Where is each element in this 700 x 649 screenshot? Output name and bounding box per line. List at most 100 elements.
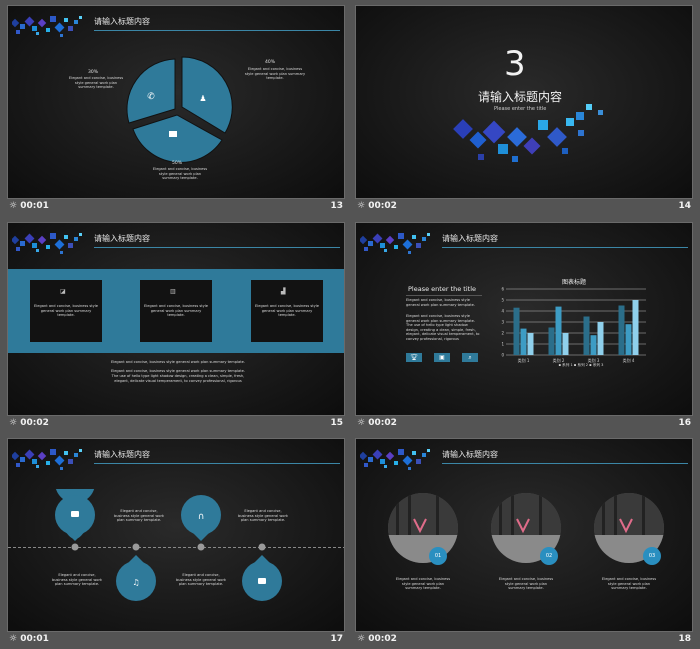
slide-footer: ☼ 00:01 13 [7, 201, 345, 215]
timing-label: ☼ 00:02 [357, 201, 397, 211]
bar [562, 333, 569, 355]
slide-preview[interactable]: 请输入标题内容 ◪ Elegant and concise, business … [7, 222, 345, 416]
bar [555, 306, 562, 355]
bar [618, 305, 625, 355]
chart-icon: ◪ [60, 288, 66, 295]
slide-number: 16 [678, 418, 691, 428]
bar [625, 324, 632, 355]
bottom-line-4: elegant, delicate visual temperament, to… [114, 379, 242, 383]
slide-number: 18 [678, 634, 691, 644]
badge-03: 03 [643, 547, 661, 565]
slide-thumb-13[interactable]: 请输入标题内容 ✆ ♟ 30% Elegant and concise, bus… [7, 5, 345, 216]
trophy-button[interactable]: 🏆︎ [406, 353, 422, 362]
slide-footer: ☼ 00:01 17 [7, 634, 345, 648]
slide-footer: ☼ 00:02 18 [355, 634, 693, 648]
slide-thumb-18[interactable]: 请输入标题内容 01 Elegant and concise, business… [355, 438, 693, 649]
bottom-line-3: The use of hello type light shadow desig… [111, 374, 245, 378]
photo-caption-3: Elegant and concise, business style gene… [601, 577, 657, 591]
y-tick-label: 0 [501, 353, 504, 358]
timeline-text-3: Elegant and concise, business style gene… [51, 573, 103, 587]
timeline-text-1: Elegant and concise, business style gene… [113, 509, 165, 523]
timeline-dot [197, 543, 205, 551]
pie-caption-bottom: Elegant and concise, business style gene… [152, 167, 208, 181]
chart-legend: ▪ 系列 1 ▪ 系列 2 ▪ 系列 3 [558, 363, 604, 367]
slide-thumb-17[interactable]: 请输入标题内容 ∩ ♫ Elegant and concise, busines… [7, 438, 345, 649]
slide-number: 14 [678, 201, 691, 211]
timeline-dot [71, 543, 79, 551]
feature-box-1: ◪ Elegant and concise, business style ge… [30, 280, 102, 342]
title-rule [94, 247, 340, 248]
title-rule [442, 463, 688, 464]
slide-title: 请输入标题内容 [442, 450, 498, 459]
badge-02: 02 [540, 547, 558, 565]
search-button[interactable]: ⌕ [462, 353, 478, 362]
media-icon [258, 578, 266, 584]
slide-preview[interactable]: 3 请输入标题内容 Please enter the title [355, 5, 693, 199]
slide-thumb-15[interactable]: 请输入标题内容 ◪ Elegant and concise, business … [7, 222, 345, 433]
bar [548, 327, 555, 355]
phone-icon: ✆ [147, 92, 155, 102]
photo-caption-2: Elegant and concise, business style gene… [498, 577, 554, 591]
title-rule [442, 247, 688, 248]
mosaic-decoration [12, 449, 82, 470]
timing-label: ☼ 00:02 [357, 418, 397, 428]
bar [527, 333, 534, 355]
section-number: 3 [504, 44, 526, 84]
slide-title: 请输入标题内容 [94, 234, 150, 243]
bottom-line-2: Elegant and concise, business style gene… [110, 369, 246, 373]
pie-label-50: 50% [172, 161, 183, 166]
pie-slice-left [126, 58, 176, 124]
mosaic-decoration [12, 16, 82, 37]
timeline-text-4: Elegant and concise, business style gene… [175, 573, 227, 587]
timeline-dot [258, 543, 266, 551]
slide-preview[interactable]: 请输入标题内容 Please enter the title Elegant a… [355, 222, 693, 416]
y-tick-label: 2 [501, 331, 504, 336]
pie-label-30: 30% [88, 70, 99, 75]
gift-button[interactable]: ▣ [434, 353, 450, 362]
slide-thumb-14[interactable]: 3 请输入标题内容 Please enter the title ☼ 00:02… [355, 5, 693, 216]
timing-label: ☼ 00:02 [357, 634, 397, 644]
y-tick-label: 4 [501, 309, 504, 314]
slide-footer: ☼ 00:02 16 [355, 418, 693, 432]
slide-number: 15 [330, 418, 343, 428]
slide-footer: ☼ 00:02 15 [7, 418, 345, 432]
folder-icon [169, 131, 177, 137]
slide-title: 请输入标题内容 [442, 234, 498, 243]
music-icon: ♫ [132, 578, 139, 587]
slide-number: 17 [330, 634, 343, 644]
title-rule [94, 463, 340, 464]
feature-box-2: ▥ Elegant and concise, business style ge… [140, 280, 212, 342]
left-para-2: Elegant and concise, business style gene… [406, 314, 480, 341]
slide-preview[interactable]: 请输入标题内容 ∩ ♫ Elegant and concise, busines… [7, 438, 345, 632]
growth-icon: ▟ [281, 288, 286, 295]
slide-preview[interactable]: 请输入标题内容 01 Elegant and concise, business… [355, 438, 693, 632]
y-tick-label: 5 [501, 298, 504, 303]
bottom-line-1: Elegant and concise, business style gene… [110, 360, 246, 364]
timing-label: ☼ 00:01 [9, 201, 49, 211]
timeline: ∩ ♫ [55, 489, 282, 601]
y-tick-label: 3 [501, 320, 504, 325]
slide-preview[interactable]: 请输入标题内容 ✆ ♟ 30% Elegant and concise, bus… [7, 5, 345, 199]
slide-title: 请输入标题内容 [94, 17, 150, 26]
timeline-dot [132, 543, 140, 551]
slide-thumb-16[interactable]: 请输入标题内容 Please enter the title Elegant a… [355, 222, 693, 433]
badge-01: 01 [429, 547, 447, 565]
person-icon: ♟ [199, 94, 206, 103]
timing-label: ☼ 00:01 [9, 634, 49, 644]
bar [597, 322, 604, 355]
timeline-text-2: Elegant and concise, business style gene… [237, 509, 289, 523]
bar [632, 300, 639, 355]
mosaic-decoration [360, 449, 430, 470]
timing-label: ☼ 00:02 [9, 418, 49, 428]
y-tick-label: 6 [501, 287, 504, 292]
bar [520, 328, 527, 355]
headphones-icon: ∩ [198, 512, 205, 522]
photo-caption-1: Elegant and concise, business style gene… [395, 577, 451, 591]
photo-circle-1 [388, 493, 458, 563]
x-tick-label: 类别 1 [518, 357, 530, 363]
pie-label-40: 40% [265, 60, 276, 65]
pie-caption-right: Elegant and concise, business style gene… [244, 67, 306, 81]
feature-text: Elegant and concise, business style gene… [144, 304, 208, 318]
y-tick-label: 1 [501, 342, 504, 347]
mosaic-decoration [453, 104, 603, 162]
